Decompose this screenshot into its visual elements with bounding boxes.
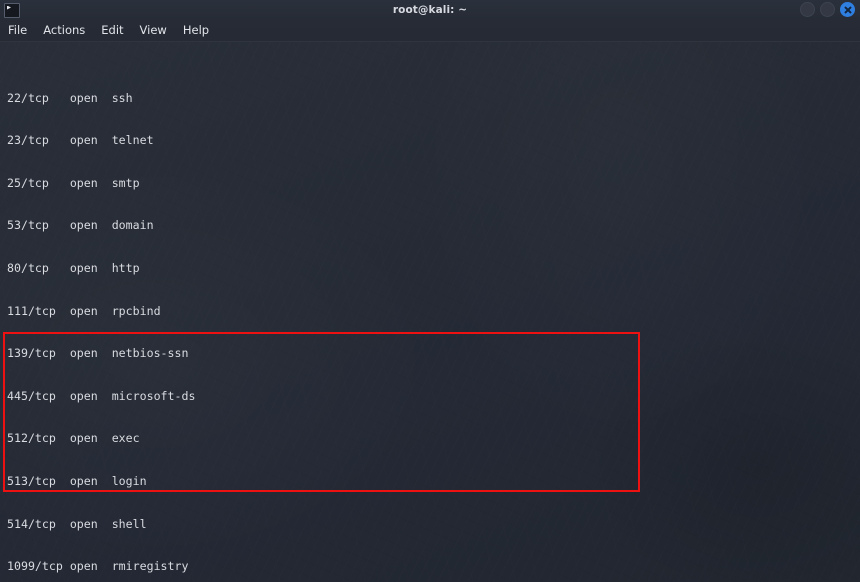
- scan-line: 445/tcp open microsoft-ds: [7, 388, 196, 403]
- scan-line: 53/tcp open domain: [7, 218, 154, 233]
- terminal-window: root@kali: ~ File Actions Edit View Help…: [0, 0, 860, 582]
- terminal-icon: [4, 2, 20, 18]
- menu-item-edit[interactable]: Edit: [101, 24, 123, 37]
- scan-line: 513/tcp open login: [7, 473, 147, 488]
- window-titlebar[interactable]: root@kali: ~: [0, 0, 860, 20]
- menu-item-actions[interactable]: Actions: [43, 24, 85, 37]
- scan-line: 22/tcp open ssh: [7, 90, 133, 105]
- minimize-button[interactable]: [800, 2, 815, 17]
- scan-line: 1099/tcp open rmiregistry: [7, 559, 189, 574]
- scan-line: 25/tcp open smtp: [7, 175, 140, 190]
- menu-item-help[interactable]: Help: [183, 24, 209, 37]
- scan-line: 512/tcp open exec: [7, 431, 140, 446]
- scan-line: 111/tcp open rpcbind: [7, 303, 161, 318]
- scan-line: 80/tcp open http: [7, 260, 140, 275]
- scan-line: 23/tcp open telnet: [7, 133, 154, 148]
- scan-line: 139/tcp open netbios-ssn: [7, 346, 189, 361]
- terminal-output[interactable]: 22/tcp open ssh 23/tcp open telnet 25/tc…: [0, 42, 860, 582]
- menu-item-view[interactable]: View: [140, 24, 167, 37]
- menu-bar: File Actions Edit View Help: [0, 20, 860, 42]
- maximize-button[interactable]: [820, 2, 835, 17]
- window-title: root@kali: ~: [392, 4, 468, 16]
- scan-line: 514/tcp open shell: [7, 516, 147, 531]
- menu-item-file[interactable]: File: [8, 24, 27, 37]
- window-controls: [800, 2, 855, 17]
- close-button[interactable]: [840, 2, 855, 17]
